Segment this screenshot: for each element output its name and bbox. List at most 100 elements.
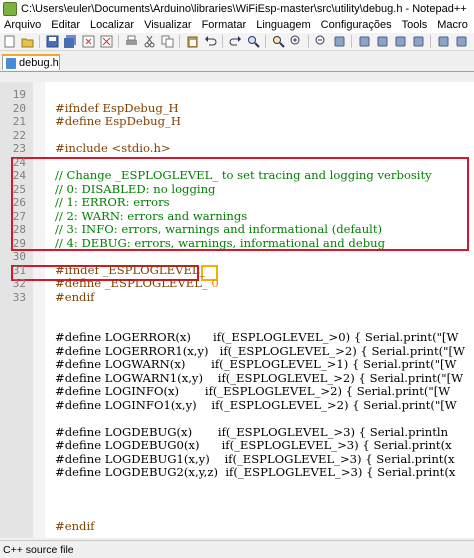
code-line[interactable]: 33 #endif: [0, 290, 474, 304]
line-number: 25: [12, 182, 26, 196]
code-line[interactable]: 31 #ifndef _ESPLOGLEVEL_: [0, 263, 474, 277]
menu-item-linguagem[interactable]: Linguagem: [251, 19, 315, 31]
new-file-icon[interactable]: [2, 35, 16, 48]
line-number: 20: [12, 101, 26, 115]
menu-item-formatar[interactable]: Formatar: [197, 19, 252, 31]
sync-vertical-icon[interactable]: [332, 35, 346, 48]
word-wrap-icon[interactable]: [375, 35, 389, 48]
code-line[interactable]: [0, 318, 474, 331]
menu-item-tools[interactable]: Tools: [397, 19, 433, 31]
code-line[interactable]: #define LOGWARN(x) if(_ESPLOGLEVEL_>1) {…: [0, 358, 474, 371]
tab-bar: debug.h: [0, 51, 474, 72]
code-line[interactable]: 27 // 2: WARN: errors and warnings: [0, 209, 474, 223]
code-line[interactable]: 26 // 1: ERROR: errors: [0, 195, 474, 210]
code-line[interactable]: 19: [0, 88, 474, 101]
code-text: #define _ESPLOGLEVEL_ 0: [55, 276, 219, 290]
paste-icon[interactable]: [185, 35, 199, 48]
code-line[interactable]: #define LOGDEBUG0(x) if(_ESPLOGLEVEL_>3)…: [0, 439, 474, 452]
code-text: // 0: DISABLED: no logging: [55, 181, 216, 196]
menu-bar: Arquivo Editar Localizar Visualizar Formatar…: [0, 17, 474, 33]
code-line[interactable]: 25 // 0: DISABLED: no logging: [0, 181, 474, 196]
code-text: // 4: DEBUG: errors, warnings, informati…: [55, 235, 386, 250]
code-line[interactable]: 24: [0, 156, 474, 169]
title-bar: C:\Users\euler\Documents\Arduino\librari…: [0, 0, 474, 17]
zoom-in-icon[interactable]: [289, 35, 303, 48]
code-line[interactable]: 32 #define _ESPLOGLEVEL_ 0: [0, 276, 474, 291]
code-line[interactable]: 22: [0, 129, 474, 142]
code-line[interactable]: [0, 493, 474, 506]
code-line[interactable]: 24 // Change _ESPLOGLEVEL_ to set tracing…: [0, 168, 474, 183]
close-file-icon[interactable]: [81, 35, 95, 48]
sync-horizontal-icon[interactable]: [357, 35, 371, 48]
menu-item-arquivo[interactable]: Arquivo: [0, 19, 46, 31]
code-line[interactable]: #define LOGERROR(x) if(_ESPLOGLEVEL_>0) …: [0, 331, 474, 344]
undo-icon[interactable]: [203, 35, 217, 48]
find-icon[interactable]: [246, 35, 260, 48]
toolbar: [0, 33, 474, 51]
notepadpp-icon: [3, 1, 17, 16]
line-number: 33: [12, 290, 26, 304]
code-line[interactable]: #define LOGDEBUG1(x,y) if(_ESPLOGLEVEL_>…: [0, 452, 474, 466]
close-all-icon[interactable]: [99, 35, 113, 48]
replace-icon[interactable]: [271, 35, 285, 48]
code-text: #define LOGWARN(x) if(_ESPLOGLEVEL_>1) {…: [55, 357, 457, 371]
show-all-chars-icon[interactable]: [393, 35, 407, 48]
code-line[interactable]: [0, 480, 474, 493]
code-line[interactable]: 28 // 3: INFO: errors, warnings and infor…: [0, 222, 474, 237]
menu-item-macro[interactable]: Macro: [432, 19, 473, 31]
toolbar-separator: [265, 35, 266, 48]
toolbar-separator: [39, 35, 40, 48]
menu-item-localizar[interactable]: Localizar: [85, 19, 139, 31]
code-text: #endif: [55, 519, 95, 533]
line-number: 31: [12, 263, 26, 277]
tab-debug-h[interactable]: debug.h: [2, 54, 60, 70]
code-line[interactable]: 23 #include <stdio.h>: [0, 141, 474, 156]
code-line[interactable]: #define LOGINFO1(x,y) if(_ESPLOGLEVEL_>2…: [0, 397, 474, 412]
code-text: // 3: INFO: errors, warnings and informa…: [55, 222, 383, 236]
line-number: 19: [12, 88, 26, 101]
line-number: 24: [12, 155, 26, 169]
redo-icon[interactable]: [228, 35, 242, 48]
doc-map-icon[interactable]: [454, 35, 468, 48]
toolbar-separator: [351, 35, 352, 48]
menu-item-editar[interactable]: Editar: [46, 19, 85, 31]
line-number: 26: [12, 196, 26, 209]
line-number: 24: [12, 169, 26, 182]
file-icon: [6, 57, 16, 69]
code-text: #include <stdio.h>: [55, 141, 171, 155]
code-line[interactable]: #define LOGDEBUG(x) if(_ESPLOGLEVEL_>3) …: [0, 425, 474, 439]
loglevel-value: 0: [211, 276, 219, 290]
line-number: 32: [12, 277, 26, 290]
window-title: C:\Users\euler\Documents\Arduino\librari…: [21, 2, 467, 15]
code-editor[interactable]: 19 20 #ifndef EspDebug_H 21 #define EspDebug…: [0, 82, 474, 538]
print-icon[interactable]: [124, 35, 138, 48]
code-line[interactable]: [0, 507, 474, 520]
code-line[interactable]: 20 #ifndef EspDebug_H: [0, 101, 474, 115]
zoom-out-icon[interactable]: [314, 35, 328, 48]
code-text: #define LOGERROR(x) if(_ESPLOGLEVEL_>0) …: [55, 330, 459, 344]
code-text: #define LOGINFO1(x,y) if(_ESPLOGLEVEL_>2…: [55, 397, 457, 412]
status-bar: C++ source file: [0, 540, 474, 558]
code-line[interactable]: 30: [0, 250, 474, 263]
code-line[interactable]: #endif: [0, 520, 474, 533]
code-line[interactable]: 21 #define EspDebug_H: [0, 115, 474, 129]
menu-item-configura-es[interactable]: Configurações: [316, 19, 397, 31]
code-line[interactable]: [0, 412, 474, 425]
copy-icon[interactable]: [160, 35, 174, 48]
code-text: // Change _ESPLOGLEVEL_ to set tracing a…: [55, 168, 432, 182]
code-line[interactable]: #define LOGWARN1(x,y) if(_ESPLOGLEVEL_>2…: [0, 371, 474, 385]
save-icon[interactable]: [45, 35, 59, 48]
open-file-icon[interactable]: [20, 35, 34, 48]
code-line[interactable]: #define LOGINFO(x) if(_ESPLOGLEVEL_>2) {…: [0, 385, 474, 398]
toolbar-separator: [308, 35, 309, 48]
code-line[interactable]: #define LOGERROR1(x,y) if(_ESPLOGLEVEL_>…: [0, 344, 474, 358]
indent-guide-icon[interactable]: [411, 35, 425, 48]
code-line[interactable]: [0, 304, 474, 317]
code-line[interactable]: 29 // 4: DEBUG: errors, warnings, informa…: [0, 235, 474, 250]
user-language-icon[interactable]: [436, 35, 450, 48]
cut-icon[interactable]: [142, 35, 156, 48]
code-text: // 1: ERROR: errors: [55, 195, 170, 209]
save-all-icon[interactable]: [63, 35, 77, 48]
code-line[interactable]: #define LOGDEBUG2(x,y,z) if(_ESPLOGLEVEL…: [0, 466, 474, 479]
menu-item-visualizar[interactable]: Visualizar: [139, 19, 197, 31]
